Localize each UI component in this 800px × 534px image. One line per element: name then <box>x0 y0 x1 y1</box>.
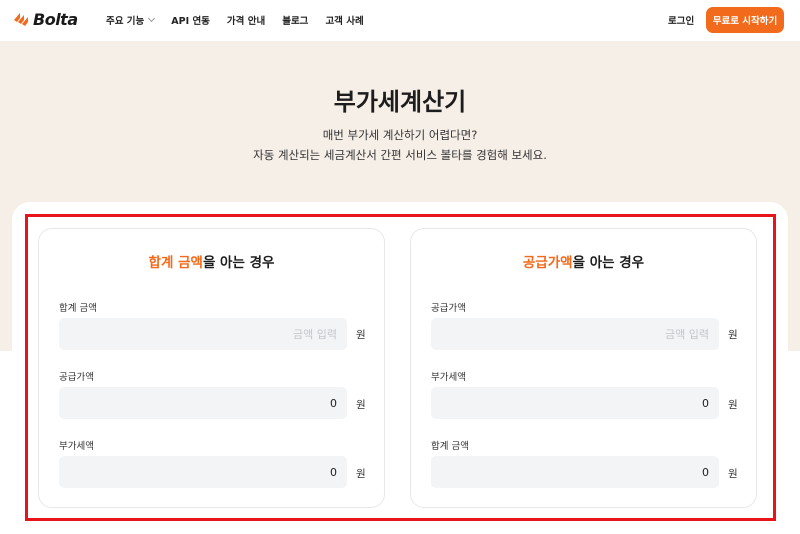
top-nav: Bolta 주요 기능 API 연동 가격 안내 블로그 고객 사례 로그인 무… <box>0 0 800 41</box>
panel-title-rest: 을 아는 경우 <box>572 255 645 271</box>
nav-item-api[interactable]: API 연동 <box>171 13 210 27</box>
nav-menu: 주요 기능 API 연동 가격 안내 블로그 고객 사례 <box>106 13 381 27</box>
panel-title: 합계 금액을 아는 경우 <box>39 251 384 271</box>
vat-amount-field[interactable] <box>59 456 347 488</box>
unit-label: 원 <box>728 399 738 411</box>
field-label-total: 합계 금액 <box>59 303 97 314</box>
field-label-vat: 부가세액 <box>431 372 466 383</box>
field-label-supply: 공급가액 <box>59 372 94 383</box>
panel-supply-known: 공급가액을 아는 경우 공급가액 원 부가세액 원 합계 금액 원 <box>410 228 757 508</box>
supply-amount-field[interactable] <box>59 387 347 419</box>
unit-label: 원 <box>356 399 366 411</box>
vat-amount-field[interactable] <box>431 387 719 419</box>
panel-title: 공급가액을 아는 경우 <box>411 251 756 271</box>
unit-label: 원 <box>728 468 738 480</box>
chevron-down-icon <box>148 14 156 23</box>
start-free-button[interactable]: 무료로 시작하기 <box>706 7 784 33</box>
unit-label: 원 <box>728 329 738 341</box>
logo-text: Bolta <box>33 10 78 29</box>
nav-item-cases[interactable]: 고객 사례 <box>325 13 363 27</box>
total-amount-field[interactable] <box>431 456 719 488</box>
unit-label: 원 <box>356 329 366 341</box>
page-title: 부가세계산기 <box>333 88 467 116</box>
field-label-supply: 공급가액 <box>431 303 466 314</box>
panel-title-rest: 을 아는 경우 <box>202 255 275 271</box>
nav-item-features[interactable]: 주요 기능 <box>106 13 156 27</box>
field-label-total: 합계 금액 <box>431 441 469 452</box>
login-link[interactable]: 로그인 <box>668 13 694 27</box>
nav-item-pricing[interactable]: 가격 안내 <box>227 13 265 27</box>
panel-total-known: 합계 금액을 아는 경우 합계 금액 원 공급가액 원 부가세액 원 <box>38 228 385 508</box>
nav-item-blog[interactable]: 블로그 <box>282 13 308 27</box>
field-label-vat: 부가세액 <box>59 441 94 452</box>
nav-item-label: 주요 기능 <box>106 16 145 27</box>
panel-title-accent: 공급가액 <box>522 255 573 271</box>
unit-label: 원 <box>356 468 366 480</box>
supply-amount-input[interactable] <box>431 318 719 350</box>
bolt-icon <box>12 11 30 29</box>
panel-title-accent: 합계 금액 <box>148 255 203 271</box>
hero-description-line1: 매번 부가세 계산하기 어렵다면? <box>322 128 478 142</box>
bolta-logo[interactable]: Bolta <box>12 10 78 29</box>
total-amount-input[interactable] <box>59 318 347 350</box>
hero-description-line2: 자동 계산되는 세금계산서 간편 서비스 볼타를 경험해 보세요. <box>253 148 547 162</box>
